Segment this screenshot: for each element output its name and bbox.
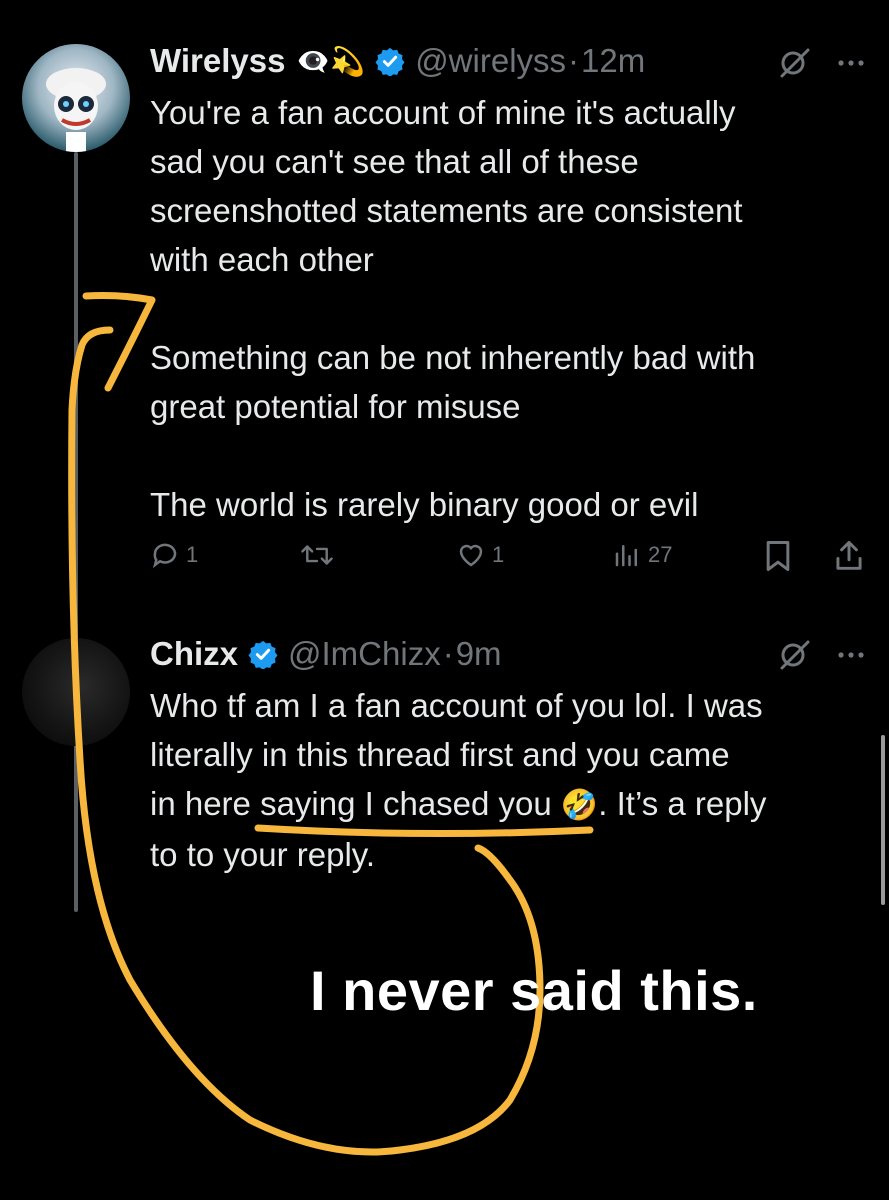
tweet2-separator: · (442, 635, 454, 672)
tweet2-line-part: . It’s a reply (598, 785, 767, 822)
reply-count: 1 (186, 542, 199, 567)
retweet-button[interactable] (300, 540, 334, 570)
bookmark-icon (766, 540, 790, 572)
wirelyss-avatar[interactable] (22, 44, 130, 152)
grok-icon[interactable] (778, 48, 812, 78)
more-options-icon[interactable] (836, 648, 870, 662)
tweet2-author-name[interactable]: Chizx (150, 635, 238, 673)
like-count: 1 (492, 542, 505, 567)
reply-button[interactable]: 1 (150, 540, 198, 570)
like-button[interactable]: 1 (456, 540, 504, 570)
avatar-art-icon (46, 68, 106, 152)
chizx-avatar[interactable] (22, 638, 130, 746)
tweet2-line: in here saying I chased you 🤣. It’s a re… (150, 779, 870, 830)
tweet2-timestamp[interactable]: 9m (456, 635, 502, 673)
tweet1-name-emojis: 👁️‍🗨️💫 (295, 45, 366, 77)
tweet1-handle[interactable]: @wirelyss (415, 42, 566, 80)
tweet1-separator: · (568, 42, 580, 79)
views-count: 27 (648, 542, 673, 567)
share-button[interactable] (834, 540, 864, 572)
annotation-text: I never said this. (310, 959, 758, 1022)
verified-badge-icon (248, 640, 278, 669)
tweet1-body: You're a fan account of mine it's actual… (150, 94, 756, 523)
tweet2-line: literally in this thread first and you c… (150, 736, 730, 773)
thread-connector-line (74, 152, 78, 912)
verified-badge-icon (375, 47, 405, 76)
tweet2-line: to to your reply. (150, 836, 375, 873)
tweet2-body: Who tf am I a fan account of you lol. I … (150, 681, 870, 879)
rofl-emoji: 🤣 (560, 789, 599, 822)
tweet2-line: Who tf am I a fan account of you lol. I … (150, 687, 763, 724)
tweet1-header: Wirelyss 👁️‍🗨️💫 @wirelyss · 12m (150, 38, 645, 84)
share-icon (836, 540, 862, 570)
annotation-arrow-head (82, 292, 156, 392)
retweet-icon (301, 545, 333, 565)
tweet1-author-name[interactable]: Wirelyss (150, 42, 285, 80)
tweet2-handle[interactable]: @ImChizx (288, 635, 441, 673)
scrollbar[interactable] (881, 735, 885, 905)
views-button[interactable]: 27 (612, 540, 672, 570)
heart-icon (459, 544, 483, 567)
tweet2-header: Chizx @ImChizx · 9m (150, 631, 502, 677)
grok-icon[interactable] (778, 640, 812, 670)
views-icon (615, 545, 637, 567)
reply-icon (152, 543, 177, 569)
tweet1-timestamp[interactable]: 12m (581, 42, 645, 80)
bookmark-button[interactable] (764, 540, 792, 572)
more-options-icon[interactable] (836, 56, 870, 70)
tweet2-line-part: in here saying I chased you (150, 785, 561, 822)
